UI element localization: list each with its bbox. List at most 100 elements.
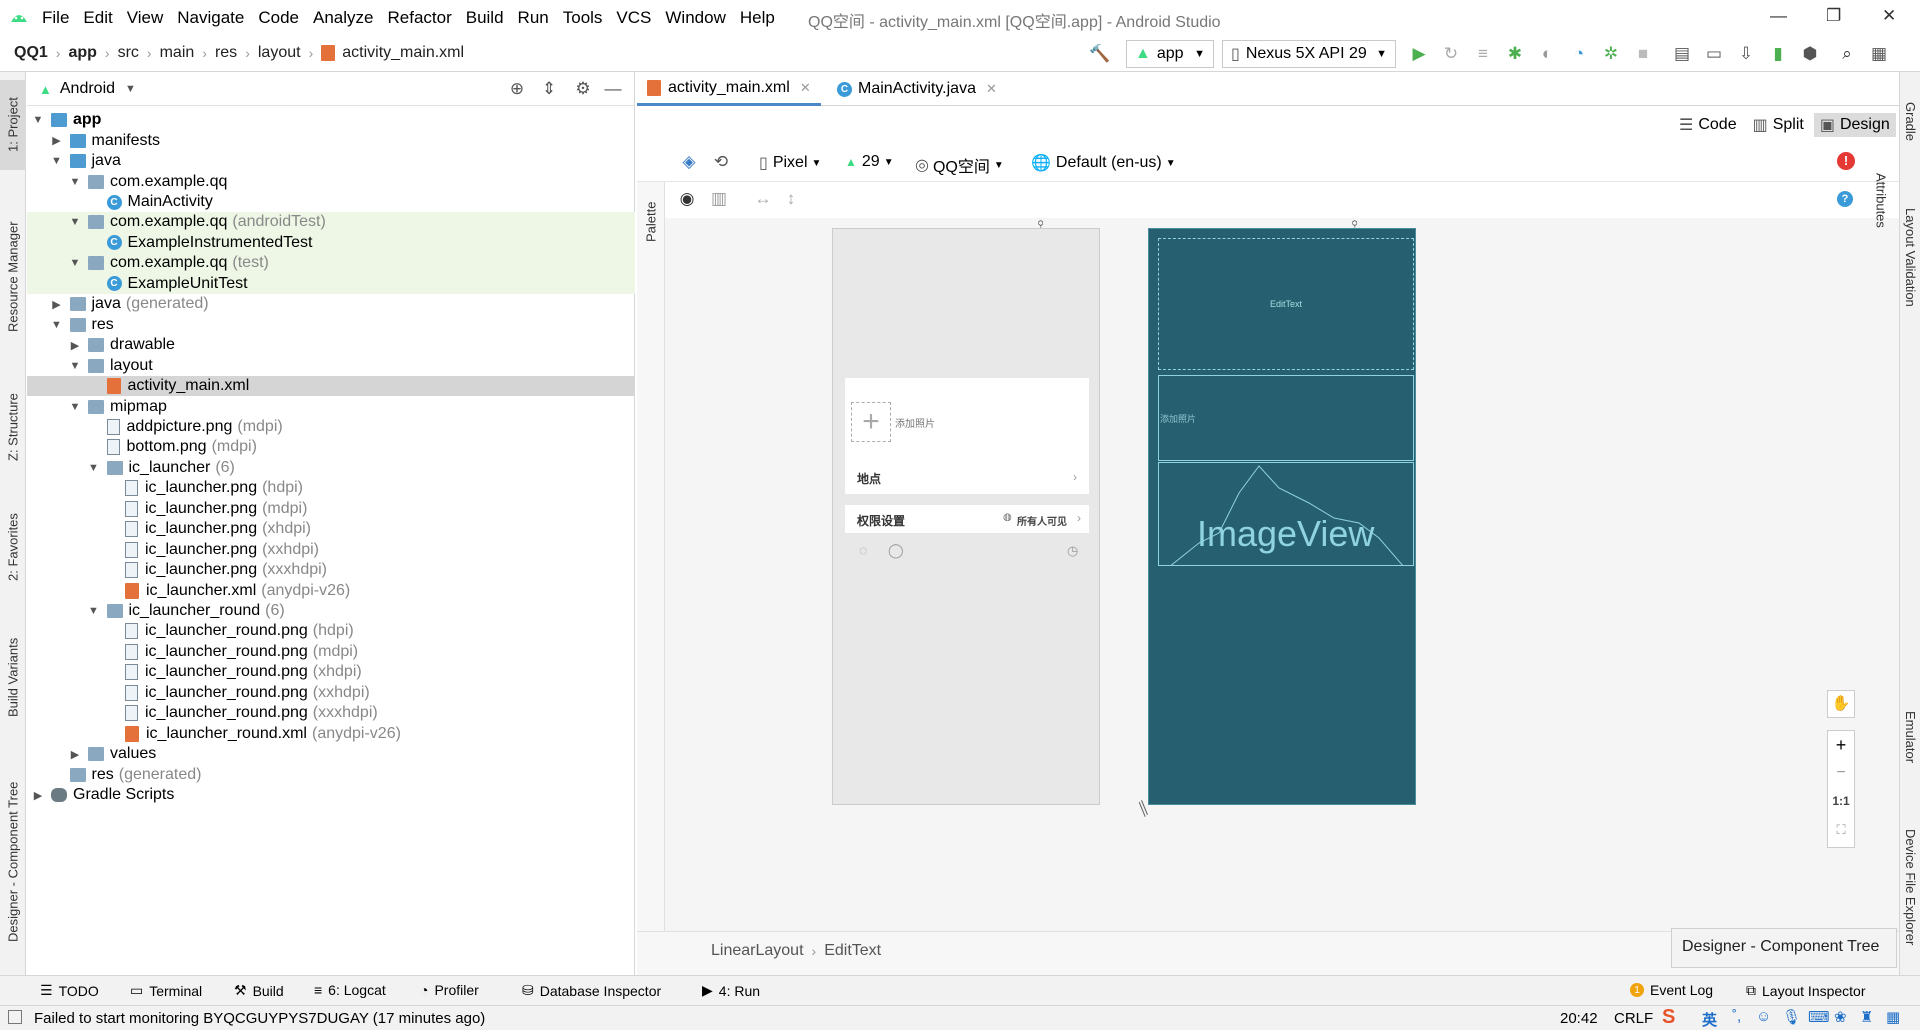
- tree-item[interactable]: ▼ app: [27, 110, 635, 130]
- blueprint-edittext[interactable]: EditText: [1158, 238, 1414, 370]
- expand-arrow-icon[interactable]: ▼: [68, 216, 82, 228]
- run-config-select[interactable]: ▲ app ▼: [1126, 40, 1214, 68]
- tree-item[interactable]: ▶ values: [27, 744, 635, 764]
- blueprint-imageview[interactable]: ImageView: [1158, 462, 1414, 566]
- sogou-ime-icon[interactable]: S: [1662, 1006, 1675, 1029]
- tree-item[interactable]: ▶ Gradle Scripts: [27, 785, 635, 805]
- breadcrumb-item[interactable]: QQ1: [14, 44, 48, 62]
- tab-favorites[interactable]: 2: Favorites: [0, 492, 26, 602]
- debug-icon[interactable]: ✱: [1504, 43, 1526, 65]
- tool-todo[interactable]: ☰ TODO: [40, 982, 99, 999]
- tool-logcat[interactable]: ≡ 6: Logcat: [314, 982, 386, 998]
- path-edittext[interactable]: EditText: [824, 942, 881, 960]
- permission-row[interactable]: 权限设置 ◍ 所有人可见 ›: [845, 505, 1089, 533]
- error-icon[interactable]: !: [1837, 152, 1855, 170]
- status-message[interactable]: Failed to start monitoring BYQCGUYPYS7DU…: [34, 1010, 485, 1027]
- tree-item[interactable]: ic_launcher_round.png (xxxhdpi): [27, 703, 635, 723]
- tree-item[interactable]: activity_main.xml: [27, 375, 635, 397]
- blueprint-preview[interactable]: EditText 添加照片 ImageView: [1148, 228, 1416, 805]
- blueprint-icon[interactable]: ▥: [708, 188, 730, 210]
- project-view-select[interactable]: ▲ Android ▼: [39, 80, 136, 98]
- tree-item[interactable]: ic_launcher.png (mdpi): [27, 499, 635, 519]
- apply-code-changes-icon[interactable]: ≡: [1472, 43, 1494, 65]
- tree-item[interactable]: C MainActivity: [27, 192, 635, 212]
- tab-resource-manager[interactable]: Resource Manager: [0, 202, 26, 352]
- gear-icon[interactable]: ⚙: [572, 78, 594, 100]
- device-select[interactable]: ▯ Nexus 5X API 29 ▼: [1222, 40, 1396, 68]
- tree-item[interactable]: ▼ ic_launcher (6): [27, 458, 635, 478]
- minimize-button[interactable]: —: [1770, 6, 1787, 26]
- hide-panel-icon[interactable]: —: [602, 78, 624, 100]
- tree-item[interactable]: ▼ com.example.qq: [27, 171, 635, 191]
- tree-item[interactable]: ▼ com.example.qq (androidTest): [27, 212, 635, 233]
- pan-hand-icon[interactable]: ✋: [1827, 690, 1855, 718]
- tree-item[interactable]: ▶ drawable: [27, 335, 635, 355]
- tool-database-inspector[interactable]: ⛁ Database Inspector: [522, 982, 661, 999]
- sync-project-icon[interactable]: ▤: [1671, 43, 1693, 65]
- ime-mode[interactable]: 英: [1702, 1009, 1717, 1030]
- zoom-fit-icon[interactable]: ⛶: [1828, 817, 1854, 845]
- tree-item[interactable]: C ExampleUnitTest: [27, 273, 635, 295]
- tab-device-file-explorer[interactable]: Device File Explorer: [1900, 802, 1920, 972]
- breadcrumb-item[interactable]: layout: [258, 44, 301, 62]
- apply-changes-icon[interactable]: ↻: [1440, 43, 1462, 65]
- path-linearlayout[interactable]: LinearLayout: [711, 942, 804, 960]
- tree-item[interactable]: res (generated): [27, 764, 635, 784]
- collapse-all-icon[interactable]: ⇕: [538, 78, 560, 100]
- breadcrumb-item[interactable]: res: [215, 44, 237, 62]
- attach-debugger-icon[interactable]: ◔: [1568, 43, 1590, 65]
- project-structure-icon[interactable]: ⬢: [1799, 43, 1821, 65]
- punctuation-icon[interactable]: ˚,: [1732, 1008, 1741, 1025]
- breadcrumb-item[interactable]: activity_main.xml: [342, 44, 464, 62]
- blueprint-photo-area[interactable]: 添加照片: [1158, 375, 1414, 461]
- tab-palette[interactable]: Palette: [637, 192, 665, 252]
- tree-item[interactable]: ▶ manifests: [27, 130, 635, 150]
- locate-icon[interactable]: ⊕: [506, 78, 528, 100]
- tree-item[interactable]: ic_launcher.xml (anydpi-v26): [27, 580, 635, 600]
- zoom-in-button[interactable]: +: [1828, 731, 1854, 761]
- tree-item[interactable]: ▼ layout: [27, 355, 635, 375]
- locale-select[interactable]: 🌐 Default (en-us) ▼: [1031, 153, 1176, 173]
- tool-layout-inspector[interactable]: ⧉ Layout Inspector: [1746, 982, 1866, 999]
- menu-view[interactable]: View: [127, 8, 164, 28]
- avd-manager-icon[interactable]: ▭: [1703, 43, 1725, 65]
- device-manager-icon[interactable]: ▮: [1767, 43, 1789, 65]
- eye-icon[interactable]: ◉: [676, 188, 698, 210]
- tab-attributes[interactable]: Attributes: [1870, 150, 1892, 250]
- expand-arrow-icon[interactable]: ▼: [87, 462, 101, 474]
- tool-event-log[interactable]: 1 Event Log: [1630, 982, 1713, 998]
- collapse-arrow-icon[interactable]: ▶: [68, 339, 82, 352]
- tree-item[interactable]: ▼ java: [27, 151, 635, 171]
- expand-arrow-icon[interactable]: ▼: [87, 605, 101, 617]
- menu-tools[interactable]: Tools: [563, 8, 603, 28]
- keyboard-icon[interactable]: ⌨: [1808, 1008, 1830, 1026]
- collapse-arrow-icon[interactable]: ▶: [68, 748, 82, 761]
- orientation-icon[interactable]: ⟲: [710, 151, 732, 173]
- collapse-arrow-icon[interactable]: ▶: [50, 134, 64, 147]
- tree-item[interactable]: ▼ mipmap: [27, 396, 635, 416]
- menu-file[interactable]: File: [42, 8, 69, 28]
- expand-arrow-icon[interactable]: ▼: [68, 360, 82, 372]
- breadcrumb-item[interactable]: src: [118, 44, 139, 62]
- menu-vcs[interactable]: VCS: [616, 8, 651, 28]
- tree-item[interactable]: ic_launcher.png (xxhdpi): [27, 539, 635, 559]
- attach-process-icon[interactable]: ✲: [1600, 43, 1622, 65]
- tree-item[interactable]: ▼ ic_launcher_round (6): [27, 601, 635, 621]
- caret-position[interactable]: 20:42: [1560, 1010, 1598, 1027]
- tab-emulator[interactable]: Emulator: [1900, 692, 1920, 782]
- menu-code[interactable]: Code: [258, 8, 299, 28]
- tab-gradle[interactable]: Gradle: [1900, 82, 1920, 162]
- zoom-out-button[interactable]: −: [1828, 761, 1854, 787]
- layers-icon[interactable]: ◈: [678, 151, 700, 173]
- sdk-manager-icon[interactable]: ⇩: [1735, 43, 1757, 65]
- tab-layout-validation[interactable]: Layout Validation: [1900, 182, 1920, 332]
- add-picture-icon[interactable]: +: [851, 402, 891, 442]
- tab-component-tree[interactable]: Designer - Component Tree: [0, 752, 26, 972]
- maximize-button[interactable]: ❐: [1826, 6, 1841, 26]
- menu-edit[interactable]: Edit: [83, 8, 112, 28]
- stop-icon[interactable]: ■: [1632, 43, 1654, 65]
- breadcrumb-item[interactable]: app: [68, 44, 96, 62]
- close-icon[interactable]: ✕: [986, 81, 997, 97]
- design-canvas[interactable]: ⫯ + 添加照片 地点 › 权限设置 ◍ 所有人可见 › ◌ ◯ ◷ ⫯ Edi…: [665, 218, 1899, 931]
- expand-arrow-icon[interactable]: ▼: [50, 155, 64, 167]
